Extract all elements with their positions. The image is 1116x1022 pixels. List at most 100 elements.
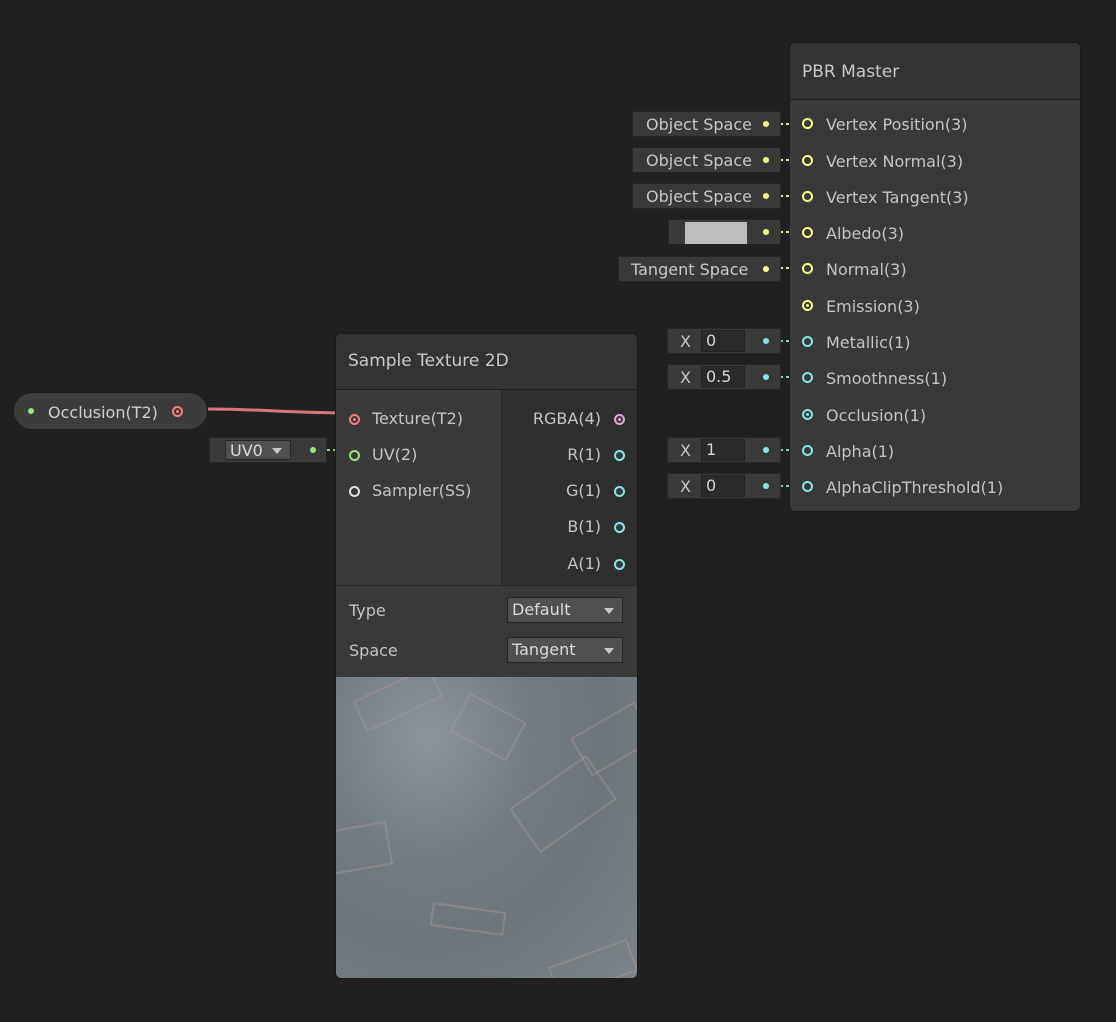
normal-space-editor[interactable]: Tangent Space <box>618 256 781 282</box>
occlusion-property-node[interactable]: Occlusion(T2) <box>13 392 208 430</box>
space-dropdown[interactable]: Tangent <box>507 637 623 663</box>
input-uv[interactable]: UV(2) <box>336 444 501 466</box>
editor-dot <box>763 447 769 453</box>
uv-channel-dropdown[interactable]: UV0 <box>225 440 291 460</box>
output-ports-panel: RGBA(4) R(1) G(1) B(1) A(1) <box>502 390 637 585</box>
input-smoothness[interactable]: Smoothness(1) <box>790 369 1080 391</box>
input-emission[interactable]: Emission(3) <box>790 297 1080 319</box>
emission-label: Emission(3) <box>826 297 920 316</box>
rgba-output-port[interactable] <box>614 414 625 425</box>
occlusion-property-output-port[interactable] <box>172 406 183 417</box>
occlusion-label: Occlusion(1) <box>826 406 927 425</box>
vertex-position-label: Vertex Position(3) <box>826 115 968 134</box>
vertex-tangent-space-value: Object Space <box>646 187 752 206</box>
output-r[interactable]: R(1) <box>500 444 637 466</box>
metallic-value-field[interactable]: 0 <box>701 330 745 352</box>
input-ports-panel: Texture(T2) UV(2) Sampler(SS) <box>336 390 502 585</box>
texture-input-label: Texture(T2) <box>372 409 464 428</box>
editor-dot <box>763 229 769 235</box>
albedo-label: Albedo(3) <box>826 224 904 243</box>
input-alpha-clip-threshold[interactable]: AlphaClipThreshold(1) <box>790 478 1080 500</box>
sample-texture-title: Sample Texture 2D <box>336 334 637 390</box>
type-value: Default <box>512 600 571 619</box>
vertex-tangent-space-editor[interactable]: Object Space <box>632 183 781 209</box>
vertex-position-space-value: Object Space <box>646 115 752 134</box>
input-vertex-position[interactable]: Vertex Position(3) <box>790 115 1080 137</box>
alpha-port[interactable] <box>802 445 813 456</box>
input-sampler[interactable]: Sampler(SS) <box>336 480 501 502</box>
metallic-value-editor[interactable]: X 0 <box>667 328 781 354</box>
editor-dot <box>763 266 769 272</box>
output-rgba[interactable]: RGBA(4) <box>500 408 637 430</box>
occlusion-port[interactable] <box>802 409 813 420</box>
alpha-clip-threshold-label: AlphaClipThreshold(1) <box>826 478 1004 497</box>
output-a[interactable]: A(1) <box>500 553 637 575</box>
smoothness-value-editor[interactable]: X 0.5 <box>667 364 781 390</box>
alpha-value-field[interactable]: 1 <box>701 439 745 461</box>
texture-input-port[interactable] <box>349 414 360 425</box>
input-occlusion[interactable]: Occlusion(1) <box>790 406 1080 428</box>
alpha-clip-value-field[interactable]: 0 <box>701 475 745 497</box>
b-output-label: B(1) <box>567 517 601 536</box>
smoothness-value-field[interactable]: 0.5 <box>701 366 745 388</box>
editor-dot <box>763 157 769 163</box>
alpha-value-editor[interactable]: X 1 <box>667 437 781 463</box>
alpha-clip-value-editor[interactable]: X 0 <box>667 473 781 499</box>
input-albedo[interactable]: Albedo(3) <box>790 224 1080 246</box>
sampler-input-port[interactable] <box>349 486 360 497</box>
input-texture[interactable]: Texture(T2) <box>336 408 501 430</box>
vertex-normal-port[interactable] <box>802 155 813 166</box>
vertex-tangent-label: Vertex Tangent(3) <box>826 188 969 207</box>
editor-dot <box>763 374 769 380</box>
output-g[interactable]: G(1) <box>500 480 637 502</box>
input-vertex-normal[interactable]: Vertex Normal(3) <box>790 152 1080 174</box>
sampler-input-label: Sampler(SS) <box>372 481 472 500</box>
uv-channel-editor[interactable]: UV0 <box>209 437 327 463</box>
vertex-normal-label: Vertex Normal(3) <box>826 152 964 171</box>
chevron-down-icon <box>604 608 614 614</box>
editor-dot <box>763 121 769 127</box>
metallic-axis-label: X <box>680 332 691 351</box>
texture-wire[interactable] <box>207 407 349 415</box>
editor-dot <box>763 483 769 489</box>
metallic-port[interactable] <box>802 336 813 347</box>
type-dropdown[interactable]: Default <box>507 597 623 623</box>
input-metallic[interactable]: Metallic(1) <box>790 333 1080 355</box>
uv-channel-value: UV0 <box>230 441 263 460</box>
property-indicator-icon <box>28 408 34 414</box>
vertex-normal-space-editor[interactable]: Object Space <box>632 147 781 173</box>
vertex-position-space-editor[interactable]: Object Space <box>632 111 781 137</box>
uv-editor-dot <box>310 447 316 453</box>
metallic-label: Metallic(1) <box>826 333 911 352</box>
r-output-port[interactable] <box>614 450 625 461</box>
input-normal[interactable]: Normal(3) <box>790 260 1080 282</box>
pbr-master-title: PBR Master <box>790 43 1080 100</box>
alpha-clip-threshold-port[interactable] <box>802 481 813 492</box>
emission-port[interactable] <box>802 300 813 311</box>
vertex-tangent-port[interactable] <box>802 191 813 202</box>
normal-port[interactable] <box>802 263 813 274</box>
pbr-master-node[interactable]: PBR Master Vertex Position(3) Vertex Nor… <box>789 42 1081 512</box>
smoothness-axis-label: X <box>680 368 691 387</box>
b-output-port[interactable] <box>614 522 625 533</box>
g-output-label: G(1) <box>565 481 601 500</box>
input-alpha[interactable]: Alpha(1) <box>790 442 1080 464</box>
input-vertex-tangent[interactable]: Vertex Tangent(3) <box>790 188 1080 210</box>
albedo-color-swatch[interactable] <box>685 222 747 244</box>
g-output-port[interactable] <box>614 486 625 497</box>
alpha-axis-label: X <box>680 441 691 460</box>
albedo-port[interactable] <box>802 227 813 238</box>
smoothness-port[interactable] <box>802 372 813 383</box>
space-value: Tangent <box>512 640 576 659</box>
a-output-port[interactable] <box>614 559 625 570</box>
vertex-normal-space-value: Object Space <box>646 151 752 170</box>
uv-input-port[interactable] <box>349 450 360 461</box>
texture-preview <box>336 677 637 978</box>
albedo-color-editor[interactable] <box>668 219 781 245</box>
sample-texture-2d-node[interactable]: Sample Texture 2D Texture(T2) UV(2) Samp… <box>335 333 638 979</box>
chevron-down-icon <box>272 448 282 454</box>
vertex-position-port[interactable] <box>802 118 813 129</box>
alpha-clip-axis-label: X <box>680 477 691 496</box>
output-b[interactable]: B(1) <box>500 516 637 538</box>
space-label: Space <box>349 641 398 660</box>
